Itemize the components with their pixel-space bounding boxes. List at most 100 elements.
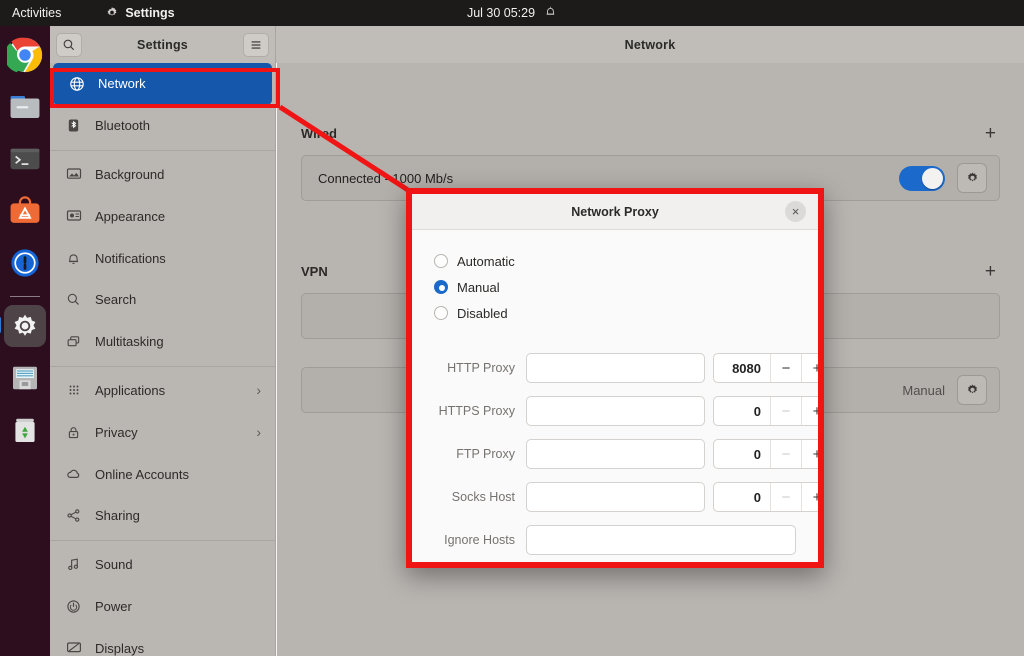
- music-note-icon: [65, 556, 82, 573]
- radio-button[interactable]: [434, 280, 448, 294]
- https-proxy-port-stepper[interactable]: 0 − +: [713, 396, 818, 426]
- sidebar-item-sharing[interactable]: Sharing: [50, 495, 275, 537]
- proxy-mode-disabled[interactable]: Disabled: [434, 300, 796, 326]
- https-proxy-port-minus[interactable]: −: [770, 397, 801, 425]
- appearance-icon: [65, 208, 82, 225]
- sidebar-item-online-accounts[interactable]: Online Accounts: [50, 453, 275, 495]
- search-button[interactable]: [56, 32, 82, 57]
- add-wired-button[interactable]: +: [981, 124, 1000, 143]
- ftp-proxy-port-stepper[interactable]: 0 − +: [713, 439, 818, 469]
- sidebar-divider: [50, 365, 275, 367]
- sidebar-item-label: Sound: [95, 557, 133, 573]
- terminal-icon: [10, 148, 40, 170]
- sidebar-item-search[interactable]: Search: [50, 279, 275, 321]
- radio-button[interactable]: [434, 254, 448, 268]
- chevron-right-icon: ›: [256, 382, 261, 399]
- topbar-app-name: Settings: [125, 6, 175, 20]
- proxy-mode-manual[interactable]: Manual: [434, 274, 796, 300]
- dock-separator: [10, 296, 40, 297]
- socks-host-port-plus[interactable]: +: [801, 483, 818, 511]
- ftp-proxy-input[interactable]: [526, 439, 705, 469]
- sidebar-divider: [50, 539, 275, 541]
- main-menu-button[interactable]: [242, 32, 269, 57]
- bell-icon: [544, 5, 557, 21]
- radio-button[interactable]: [434, 306, 448, 320]
- sidebar-item-background[interactable]: Background: [50, 154, 275, 196]
- socks-host-port-minus[interactable]: −: [770, 483, 801, 511]
- disks-icon: [13, 366, 37, 390]
- https-proxy-port-value[interactable]: 0: [714, 404, 770, 419]
- sidebar-item-appearance[interactable]: Appearance: [50, 195, 275, 237]
- proxy-mode-automatic[interactable]: Automatic: [434, 248, 796, 274]
- headerbar-sidebar-section: Settings: [50, 26, 276, 63]
- sidebar-item-applications[interactable]: Applications ›: [50, 370, 275, 412]
- clock-label: Jul 30 05:29: [466, 6, 536, 20]
- sidebar-item-notifications[interactable]: Notifications: [50, 237, 275, 279]
- 1password-icon: [11, 249, 39, 277]
- gear-icon: [967, 172, 977, 181]
- sidebar-item-privacy[interactable]: Privacy ›: [50, 411, 275, 453]
- http-proxy-port-plus[interactable]: +: [801, 354, 818, 382]
- proxy-mode-label: Disabled: [457, 305, 508, 321]
- sidebar-item-sound[interactable]: Sound: [50, 544, 275, 586]
- topbar-clock-area[interactable]: Jul 30 05:29: [467, 5, 557, 21]
- ftp-proxy-port-plus[interactable]: +: [801, 440, 818, 468]
- display-icon: [65, 640, 82, 656]
- close-icon[interactable]: ×: [785, 201, 806, 222]
- dock-item-terminal[interactable]: [4, 138, 46, 180]
- ignore-hosts-input[interactable]: [526, 525, 796, 555]
- screen: Activities Settings Jul 30 05:29 Setting…: [0, 0, 1024, 656]
- socks-host-input[interactable]: [526, 482, 705, 512]
- sidebar-item-displays[interactable]: Displays: [50, 627, 275, 656]
- activities-button[interactable]: Activities: [12, 6, 61, 20]
- socks-host-port-stepper[interactable]: 0 − +: [713, 482, 818, 512]
- sidebar-item-label: Background: [95, 166, 165, 182]
- wired-settings-button[interactable]: [957, 163, 987, 193]
- sidebar-item-multitasking[interactable]: Multitasking: [50, 321, 275, 363]
- sidebar-item-network[interactable]: Network: [53, 63, 272, 105]
- sidebar-item-bluetooth[interactable]: Bluetooth: [50, 105, 275, 147]
- http-proxy-input[interactable]: [526, 353, 705, 383]
- dock-item-disks[interactable]: [4, 357, 46, 399]
- sidebar-item-label: Applications: [95, 382, 166, 398]
- bluetooth-icon: [65, 117, 82, 134]
- bell-icon: [65, 250, 82, 267]
- dock-item-settings[interactable]: [0, 305, 46, 347]
- proxy-settings-button[interactable]: [957, 375, 987, 405]
- dialog-header: Network Proxy ×: [412, 194, 818, 230]
- gear-icon: [967, 384, 977, 393]
- add-vpn-button[interactable]: +: [981, 262, 1000, 281]
- dialog-title: Network Proxy: [571, 204, 659, 219]
- ignore-hosts-label: Ignore Hosts: [444, 533, 515, 547]
- settings-gear-icon: [14, 314, 36, 336]
- dock-item-google-chrome[interactable]: [4, 34, 46, 76]
- dock-item-1password[interactable]: [4, 242, 46, 284]
- sidebar-item-power[interactable]: Power: [50, 586, 275, 628]
- http-proxy-row: HTTP Proxy 8080 − +: [434, 353, 818, 383]
- socks-host-port-value[interactable]: 0: [714, 490, 770, 505]
- sidebar-item-label: Online Accounts: [95, 466, 189, 482]
- sidebar-item-label: Multitasking: [95, 334, 164, 350]
- http-proxy-port-value[interactable]: 8080: [714, 361, 770, 376]
- https-proxy-input[interactable]: [526, 396, 705, 426]
- toggle-knob: [922, 167, 943, 189]
- http-proxy-port-stepper[interactable]: 8080 − +: [713, 353, 818, 383]
- http-proxy-port-minus[interactable]: −: [770, 354, 801, 382]
- sidebar-title: Settings: [137, 37, 188, 52]
- ftp-proxy-port-value[interactable]: 0: [714, 447, 770, 462]
- wired-title: Wired: [301, 125, 337, 141]
- ubuntu-dock: [0, 26, 50, 656]
- dock-item-files[interactable]: [4, 86, 46, 128]
- dock-item-ubuntu-software[interactable]: [4, 190, 46, 232]
- ftp-proxy-port-minus[interactable]: −: [770, 440, 801, 468]
- share-icon: [65, 507, 82, 524]
- cloud-icon: [65, 466, 82, 483]
- https-proxy-port-plus[interactable]: +: [801, 397, 818, 425]
- chevron-right-icon: ›: [256, 424, 261, 441]
- topbar-app-menu[interactable]: Settings: [105, 6, 175, 20]
- grid-icon: [65, 382, 82, 399]
- sidebar-item-label: Displays: [95, 640, 145, 656]
- wired-toggle[interactable]: [899, 165, 945, 191]
- dock-item-trash[interactable]: [4, 409, 46, 451]
- settings-sidebar[interactable]: Network Bluetooth Background Appearance …: [50, 63, 276, 656]
